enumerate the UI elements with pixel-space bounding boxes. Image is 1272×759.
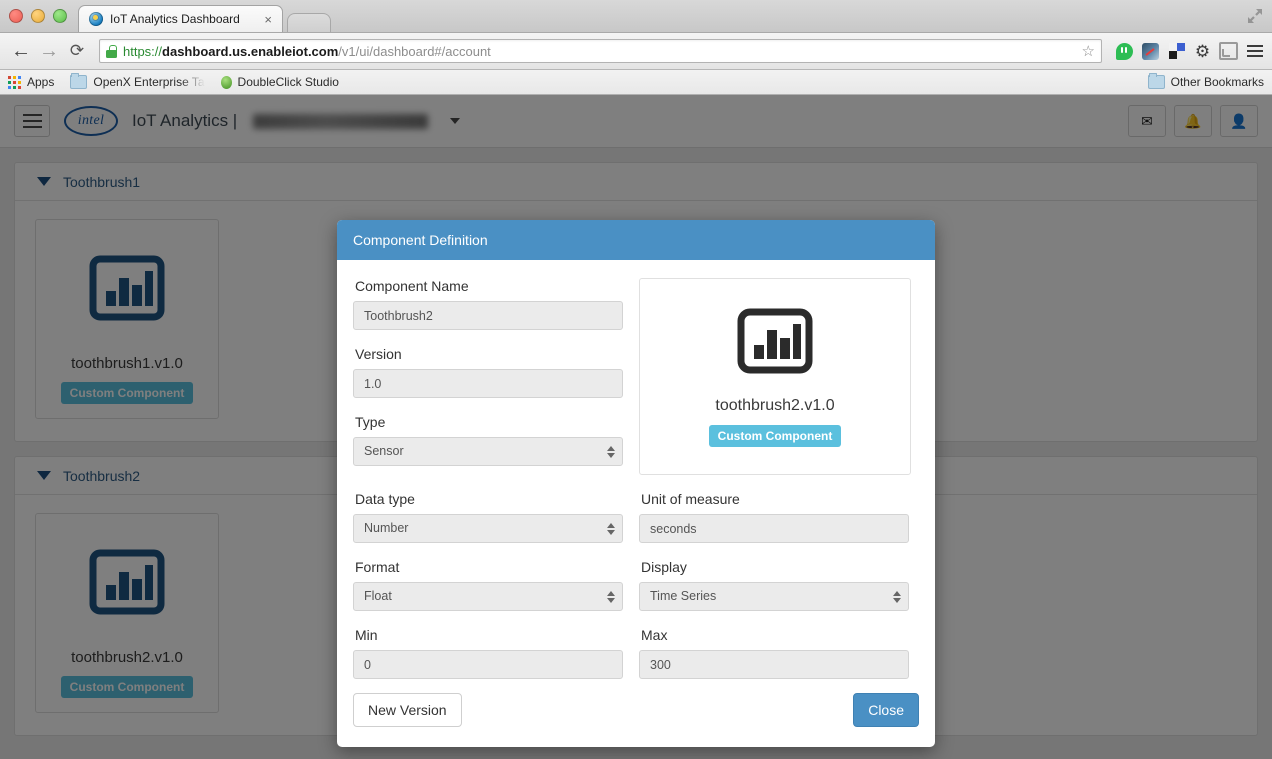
bookmark-label: DoubleClick Studio xyxy=(237,75,339,89)
other-bookmarks-button[interactable]: Other Bookmarks xyxy=(1147,73,1264,89)
component-name-label: Component Name xyxy=(355,278,469,294)
dialog-title: Component Definition xyxy=(337,220,935,260)
page-viewport: intel IoT Analytics | ✉ 🔔 👤 Toothbrush1 xyxy=(0,95,1272,759)
max-label: Max xyxy=(641,627,668,643)
url-path: /v1/ui/dashboard#/account xyxy=(338,43,491,59)
version-input[interactable] xyxy=(353,369,623,398)
min-label: Min xyxy=(355,627,378,643)
dialog-row-format: Format Float Display Time Series xyxy=(337,559,935,611)
format-label: Format xyxy=(355,559,400,575)
fullscreen-icon[interactable] xyxy=(1246,7,1264,25)
other-bookmarks-label: Other Bookmarks xyxy=(1170,75,1264,89)
type-select-value: Sensor xyxy=(364,444,404,458)
squares-icon[interactable] xyxy=(1167,42,1186,61)
display-select[interactable]: Time Series xyxy=(639,582,909,611)
extension-icons: ⚙ xyxy=(1111,42,1264,61)
dialog-body: Component Name Version Type Sensor xyxy=(337,260,935,491)
bookmark-star-icon[interactable]: ☆ xyxy=(1082,42,1095,60)
tab-title: IoT Analytics Dashboard xyxy=(110,12,240,26)
bookmark-item[interactable]: DoubleClick Studio xyxy=(220,75,339,89)
gear-icon[interactable]: ⚙ xyxy=(1193,42,1212,61)
component-definition-dialog: Component Definition Component Name Vers… xyxy=(337,220,935,747)
close-tab-icon[interactable]: × xyxy=(262,13,274,26)
forward-button[interactable]: → xyxy=(36,38,62,64)
type-select[interactable]: Sensor xyxy=(353,437,623,466)
component-name-input[interactable] xyxy=(353,301,623,330)
version-label: Version xyxy=(355,346,402,362)
bookmark-label: OpenX Enterprise Ta xyxy=(93,75,205,89)
data-type-field: Data type Number xyxy=(353,491,623,543)
min-field: Min xyxy=(353,627,623,679)
min-input[interactable] xyxy=(353,650,623,679)
tab-strip: IoT Analytics Dashboard × xyxy=(78,5,331,32)
dialog-footer: New Version Close xyxy=(337,679,935,747)
browser-titlebar: IoT Analytics Dashboard × xyxy=(0,0,1272,33)
cast-icon[interactable] xyxy=(1219,42,1238,61)
browser-toolbar: ← → ⟳ https://dashboard.us.enableiot.com… xyxy=(0,33,1272,70)
format-select[interactable]: Float xyxy=(353,582,623,611)
bookmarks-bar: Apps OpenX Enterprise Ta DoubleClick Stu… xyxy=(0,70,1272,95)
data-type-select-value: Number xyxy=(364,521,409,535)
select-arrows-icon xyxy=(607,590,615,603)
select-arrows-icon xyxy=(607,445,615,458)
menu-icon[interactable] xyxy=(1245,42,1264,61)
minimize-window-button[interactable] xyxy=(31,9,45,23)
unit-of-measure-field: Unit of measure xyxy=(639,491,909,543)
reload-button[interactable]: ⟳ xyxy=(64,38,90,64)
bookmark-apps-label: Apps xyxy=(27,75,55,89)
speedtest-icon[interactable] xyxy=(1141,42,1160,61)
browser-tab[interactable]: IoT Analytics Dashboard × xyxy=(78,5,283,32)
url-host: dashboard.us.enableiot.com xyxy=(162,43,339,59)
zoom-window-button[interactable] xyxy=(53,9,67,23)
address-bar[interactable]: https://dashboard.us.enableiot.com/v1/ui… xyxy=(99,39,1102,63)
tab-favicon-icon xyxy=(89,12,103,26)
bookmark-item[interactable]: OpenX Enterprise Ta xyxy=(70,73,205,89)
component-preview-card: toothbrush2.v1.0 Custom Component xyxy=(639,278,911,475)
folder-icon xyxy=(1147,73,1165,89)
back-button[interactable]: ← xyxy=(8,38,34,64)
unit-of-measure-input[interactable] xyxy=(639,514,909,543)
max-field: Max xyxy=(639,627,909,679)
display-select-value: Time Series xyxy=(650,589,717,603)
new-tab-button[interactable] xyxy=(287,13,331,32)
close-window-button[interactable] xyxy=(9,9,23,23)
preview-status-badge: Custom Component xyxy=(708,424,842,447)
dialog-row-datatype: Data type Number Unit of measure xyxy=(337,491,935,543)
select-arrows-icon xyxy=(893,590,901,603)
folder-icon xyxy=(70,73,88,89)
unit-of-measure-label: Unit of measure xyxy=(641,491,740,507)
type-label: Type xyxy=(355,414,386,430)
bookmark-apps[interactable]: Apps xyxy=(8,75,54,89)
format-select-value: Float xyxy=(364,589,392,603)
hangouts-icon[interactable] xyxy=(1115,42,1134,61)
dialog-right-column: toothbrush2.v1.0 Custom Component xyxy=(639,278,911,475)
select-arrows-icon xyxy=(607,522,615,535)
new-version-button[interactable]: New Version xyxy=(353,693,462,727)
url-scheme: https:// xyxy=(123,43,163,59)
max-input[interactable] xyxy=(639,650,909,679)
lock-icon xyxy=(106,44,117,58)
window-traffic-lights xyxy=(9,9,67,23)
dialog-row-minmax: Min Max xyxy=(337,627,935,679)
data-type-label: Data type xyxy=(355,491,415,507)
green-dot-icon xyxy=(220,75,232,89)
preview-component-name: toothbrush2.v1.0 xyxy=(715,396,835,414)
url-text: https://dashboard.us.enableiot.com/v1/ui… xyxy=(123,44,491,59)
format-field: Format Float xyxy=(353,559,623,611)
display-label: Display xyxy=(641,559,687,575)
bar-chart-icon xyxy=(737,308,813,373)
data-type-select[interactable]: Number xyxy=(353,514,623,543)
display-field: Display Time Series xyxy=(639,559,909,611)
apps-grid-icon xyxy=(8,75,21,89)
dialog-left-column: Component Name Version Type Sensor xyxy=(353,278,623,475)
close-button[interactable]: Close xyxy=(853,693,919,727)
browser-window: IoT Analytics Dashboard × ← → ⟳ https://… xyxy=(0,0,1272,759)
